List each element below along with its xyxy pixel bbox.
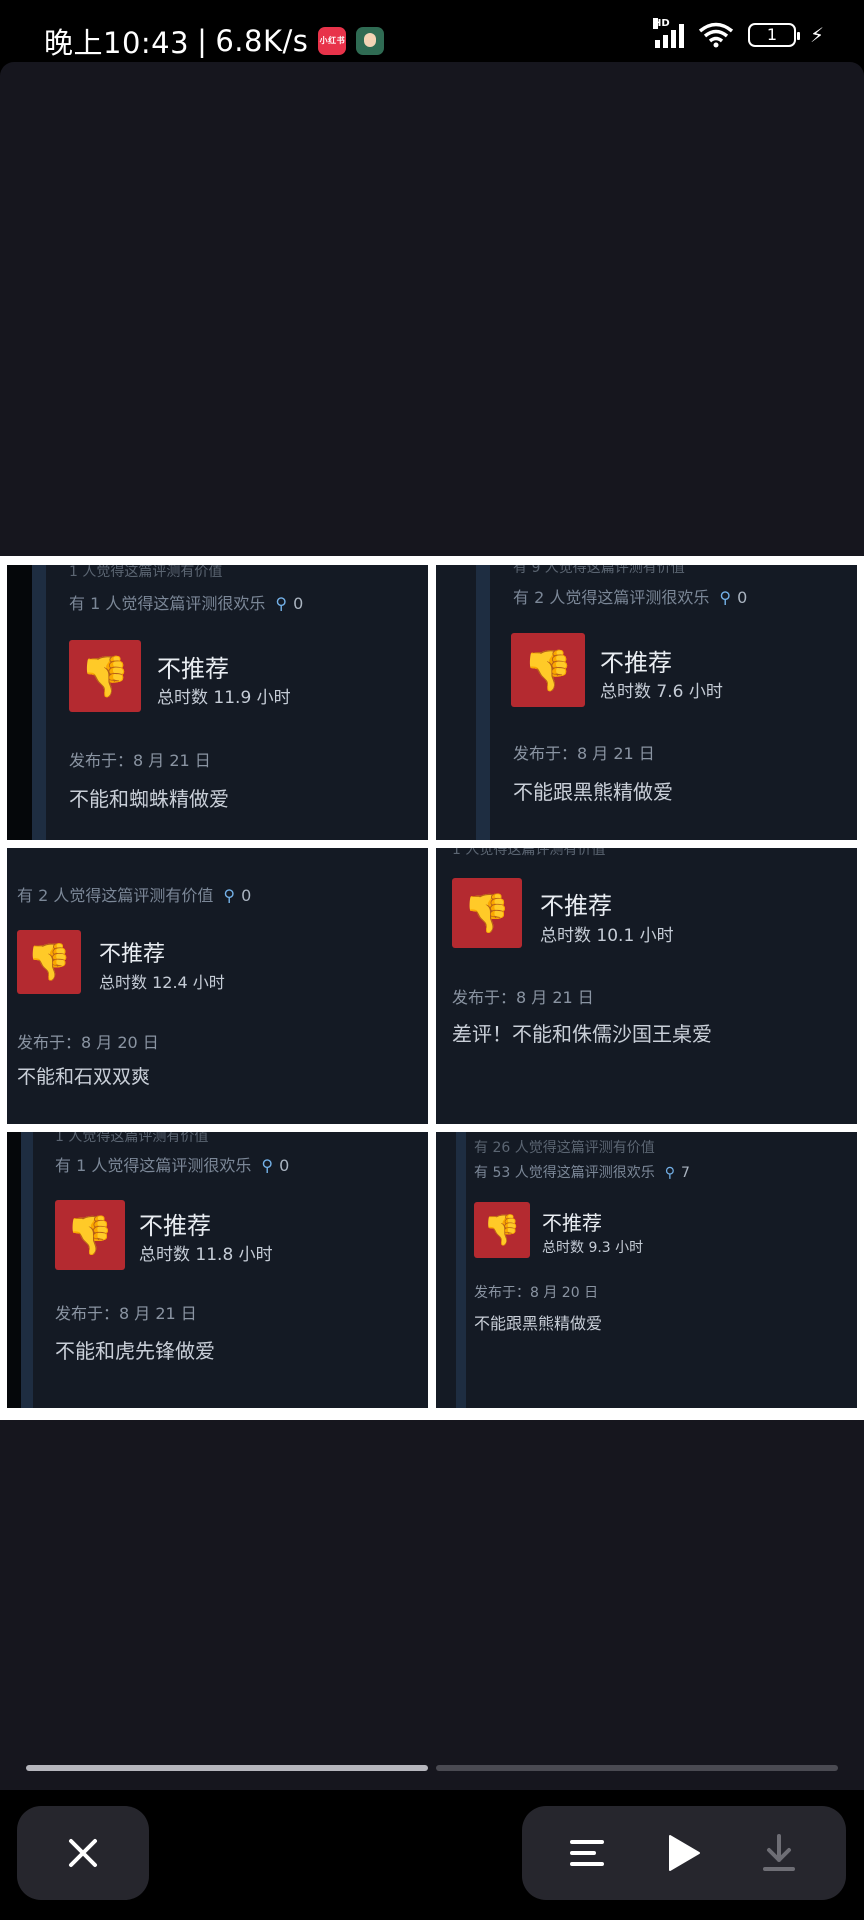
review-verdict: 不推荐 — [600, 649, 672, 677]
award-icon: ⚲ 0 — [261, 1156, 290, 1175]
action-button-group — [522, 1806, 846, 1900]
charging-icon: ⚡ — [809, 23, 824, 47]
play-icon — [669, 1835, 700, 1871]
review-panel: 有 26 人觉得这篇评测有价值 有 53 人觉得这篇评测很欢乐 ⚲ 7 👎 不推荐 … — [436, 1132, 857, 1408]
playtime: 总时数 10.1 小时 — [540, 926, 674, 946]
funny-count: 有 1 人觉得这篇评测很欢乐 ⚲ 0 — [55, 1156, 290, 1175]
battery-level: 1 — [766, 25, 778, 44]
award-icon: ⚲ 0 — [719, 588, 748, 607]
posted-date: 发布于：8 月 21 日 — [55, 1304, 197, 1323]
helpful-count: 有 2 人觉得这篇评测有价值 ⚲ 0 — [17, 886, 252, 905]
helpful-count-faded: 1 人觉得这篇评测有价值 — [55, 1132, 209, 1145]
review-panel: 1 人觉得这篇评测有价值 有 1 人觉得这篇评测很欢乐 ⚲ 0 👎 不推荐 总时数 … — [7, 565, 428, 840]
review-panel: 1 人觉得这篇评测有价值 👎 不推荐 总时数 10.1 小时 发布于：8 月 2… — [436, 848, 857, 1124]
thumbs-down-icon: 👎 — [452, 878, 522, 948]
review-text: 不能和石双双爽 — [17, 1066, 151, 1088]
award-icon: ⚲ 0 — [275, 594, 304, 613]
review-verdict: 不推荐 — [157, 655, 229, 683]
menu-icon — [570, 1840, 604, 1866]
funny-count: 有 1 人觉得这篇评测很欢乐 ⚲ 0 — [69, 594, 304, 613]
thumbs-down-icon: 👎 — [474, 1202, 530, 1258]
review-verdict: 不推荐 — [542, 1211, 602, 1235]
playtime: 总时数 11.9 小时 — [157, 688, 291, 708]
hd-label: HD — [652, 18, 670, 29]
network-speed: 6.8K/s — [215, 24, 309, 58]
review-panel: 有 2 人觉得这篇评测有价值 ⚲ 0 👎 不推荐 总时数 12.4 小时 发布于：8… — [7, 848, 428, 1124]
xiaohongshu-app-icon: 小红书 — [318, 27, 347, 55]
review-text: 不能和蜘蛛精做爱 — [69, 787, 229, 811]
award-icon: ⚲ 0 — [223, 886, 252, 905]
posted-date: 发布于：8 月 20 日 — [474, 1285, 599, 1301]
status-left: 晚上10:43 | 6.8K/s 小红书 — [44, 20, 385, 62]
thumbs-down-icon: 👎 — [69, 640, 141, 712]
bottom-action-bar — [0, 1790, 864, 1920]
award-icon: ⚲ 7 — [664, 1165, 690, 1181]
posted-date: 发布于：8 月 21 日 — [452, 988, 594, 1007]
helpful-count-faded: 有 9 人觉得这篇评测有价值 — [513, 565, 685, 576]
review-panel: 1 人觉得这篇评测有价值 有 1 人觉得这篇评测很欢乐 ⚲ 0 👎 不推荐 总时数 … — [7, 1132, 428, 1408]
thumbs-down-icon: 👎 — [511, 633, 585, 707]
status-time: 晚上10:43 — [44, 26, 190, 60]
funny-count: 有 53 人觉得这篇评测很欢乐 ⚲ 7 — [474, 1165, 690, 1181]
menu-button[interactable] — [552, 1806, 622, 1900]
review-panel: 有 9 人觉得这篇评测有价值 有 2 人觉得这篇评测很欢乐 ⚲ 0 👎 不推荐 总时… — [436, 565, 857, 840]
play-button[interactable] — [649, 1806, 719, 1900]
avatar-app-icon — [356, 27, 385, 55]
image-progress-rest — [436, 1765, 838, 1771]
helpful-count-faded: 1 人觉得这篇评测有价值 — [69, 565, 223, 580]
posted-date: 发布于：8 月 20 日 — [17, 1033, 159, 1052]
playtime: 总时数 9.3 小时 — [542, 1240, 644, 1256]
review-verdict: 不推荐 — [139, 1212, 211, 1240]
review-verdict: 不推荐 — [540, 892, 612, 920]
review-text: 不能跟黑熊精做爱 — [474, 1314, 603, 1333]
status-separator: | — [197, 24, 208, 58]
review-text: 不能和虎先锋做爱 — [55, 1339, 215, 1363]
signal-icon: HD — [652, 18, 684, 48]
status-right: HD 1 ⚡ — [652, 18, 824, 48]
playtime: 总时数 11.8 小时 — [139, 1245, 273, 1265]
review-text: 差评！不能和侏儒沙国王桌爱 — [452, 1022, 712, 1046]
review-verdict: 不推荐 — [99, 942, 166, 967]
thumbs-down-icon: 👎 — [55, 1200, 125, 1270]
wifi-icon — [698, 22, 734, 48]
thumbs-down-icon: 👎 — [17, 930, 81, 994]
review-collage-image[interactable]: 1 人觉得这篇评测有价值 有 1 人觉得这篇评测很欢乐 ⚲ 0 👎 不推荐 总时数 … — [0, 556, 864, 1420]
helpful-count-faded: 1 人觉得这篇评测有价值 — [452, 848, 606, 858]
posted-date: 发布于：8 月 21 日 — [513, 744, 655, 763]
download-icon — [763, 1834, 795, 1871]
battery-icon: 1 — [747, 23, 800, 47]
helpful-count-faded: 有 26 人觉得这篇评测有价值 — [474, 1140, 655, 1156]
download-button[interactable] — [744, 1806, 814, 1900]
image-viewer[interactable]: 1 人觉得这篇评测有价值 有 1 人觉得这篇评测很欢乐 ⚲ 0 👎 不推荐 总时数 … — [0, 62, 864, 1790]
playtime: 总时数 12.4 小时 — [99, 973, 225, 992]
close-icon — [69, 1839, 97, 1867]
review-text: 不能跟黑熊精做爱 — [513, 780, 673, 804]
close-button[interactable] — [17, 1806, 149, 1900]
image-progress-current — [26, 1765, 428, 1771]
posted-date: 发布于：8 月 21 日 — [69, 751, 211, 770]
funny-count: 有 2 人觉得这篇评测很欢乐 ⚲ 0 — [513, 588, 748, 607]
status-bar: 晚上10:43 | 6.8K/s 小红书 HD 1 ⚡ — [0, 0, 864, 62]
playtime: 总时数 7.6 小时 — [600, 682, 723, 702]
